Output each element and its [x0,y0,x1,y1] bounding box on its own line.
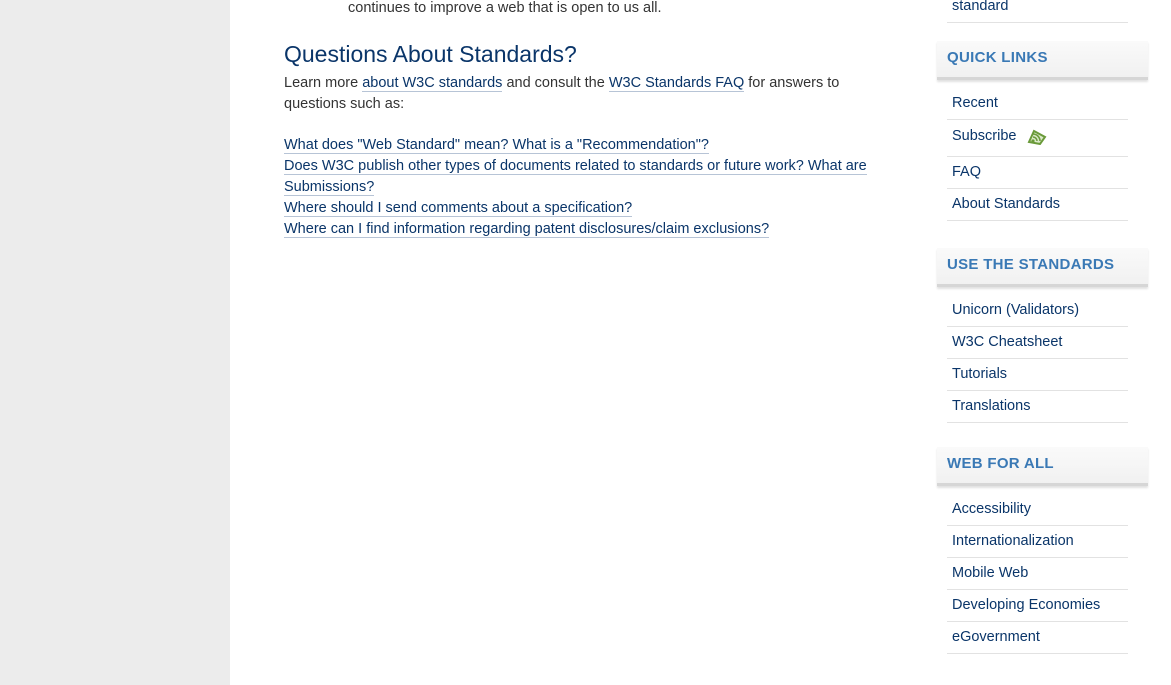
faq-question-link-web-standard[interactable]: What does "Web Standard" mean? What is a… [284,137,709,154]
sidebar-item-tutorials[interactable]: Tutorials [952,366,1007,382]
intro-text-1: Learn more [284,75,363,91]
about-w3c-standards-link[interactable]: about W3C standards [362,75,503,92]
list-item: About Standards [947,189,1128,221]
web-for-all-list: Accessibility Internationalization Mobil… [947,494,1128,654]
list-item: Developing Economies [947,590,1128,622]
use-the-standards-header: USE THE STANDARDS [937,248,1148,287]
questions-heading: Questions About Standards? [284,41,577,67]
sidebar-item-internationalization[interactable]: Internationalization [952,533,1074,549]
faq-question-link-send-comments[interactable]: Where should I send comments about a spe… [284,200,633,217]
list-item: Recent [947,88,1128,120]
sidebar-item-mobile-web[interactable]: Mobile Web [952,565,1028,581]
intro-paragraph: Learn more about W3C standards and consu… [284,73,904,115]
intro-text-2: and consult the [502,75,609,91]
quick-links-list: Recent Subscribe FAQ About Standards [947,88,1128,221]
list-item: Translations [947,391,1128,423]
list-item: What does "Web Standard" mean? What is a… [284,135,884,156]
sidebar-item-w3c-cheatsheet[interactable]: W3C Cheatsheet [952,334,1062,350]
sidebar-item-egovernment[interactable]: eGovernment [952,629,1040,645]
sidebar-item-translations[interactable]: Translations [952,398,1030,414]
list-item: W3C Cheatsheet [947,327,1128,359]
previous-paragraph-fragment: continues to improve a web that is open … [348,0,662,16]
web-for-all-header: WEB FOR ALL [937,447,1148,486]
list-item: FAQ [947,157,1128,189]
list-item: eGovernment [947,622,1128,654]
faq-question-link-other-documents[interactable]: Does W3C publish other types of document… [284,158,867,196]
sidebar-item-about-standards[interactable]: About Standards [952,196,1060,212]
sidebar-item-accessibility[interactable]: Accessibility [952,501,1031,517]
list-item: Does W3C publish other types of document… [284,156,884,198]
rss-feed-icon[interactable] [1026,127,1048,146]
sidebar-item-unicorn-validators[interactable]: Unicorn (Validators) [952,302,1079,318]
section-title: WEB FOR ALL [947,455,1054,472]
use-the-standards-section: USE THE STANDARDS Unicorn (Validators) W… [937,248,1148,423]
list-item: Unicorn (Validators) [947,295,1128,327]
faq-question-list: What does "Web Standard" mean? What is a… [284,135,884,240]
list-item: Mobile Web [947,558,1128,590]
left-gutter [0,0,230,685]
sidebar-previous-item: standard [947,0,1128,23]
sidebar-item-recent[interactable]: Recent [952,95,998,111]
sidebar-item-subscribe[interactable]: Subscribe [952,128,1016,144]
w3c-standards-faq-link[interactable]: W3C Standards FAQ [608,75,745,92]
list-item: Where should I send comments about a spe… [284,198,884,219]
list-item: Tutorials [947,359,1128,391]
sidebar-item-developing-economies[interactable]: Developing Economies [952,597,1100,613]
use-the-standards-list: Unicorn (Validators) W3C Cheatsheet Tuto… [947,295,1128,423]
list-item: Subscribe [947,120,1128,157]
sidebar-item-standard[interactable]: standard [952,0,1008,14]
section-title: USE THE STANDARDS [947,256,1115,273]
list-item: Accessibility [947,494,1128,526]
quick-links-section: QUICK LINKS Recent Subscribe FAQ About S… [937,41,1148,221]
section-title: QUICK LINKS [947,49,1048,66]
faq-question-link-patent-disclosures[interactable]: Where can I find information regarding p… [284,221,770,238]
list-item: Internationalization [947,526,1128,558]
quick-links-header: QUICK LINKS [937,41,1148,80]
list-item: Where can I find information regarding p… [284,219,884,240]
sidebar-item-faq[interactable]: FAQ [952,164,981,180]
web-for-all-section: WEB FOR ALL Accessibility Internationali… [937,447,1148,654]
